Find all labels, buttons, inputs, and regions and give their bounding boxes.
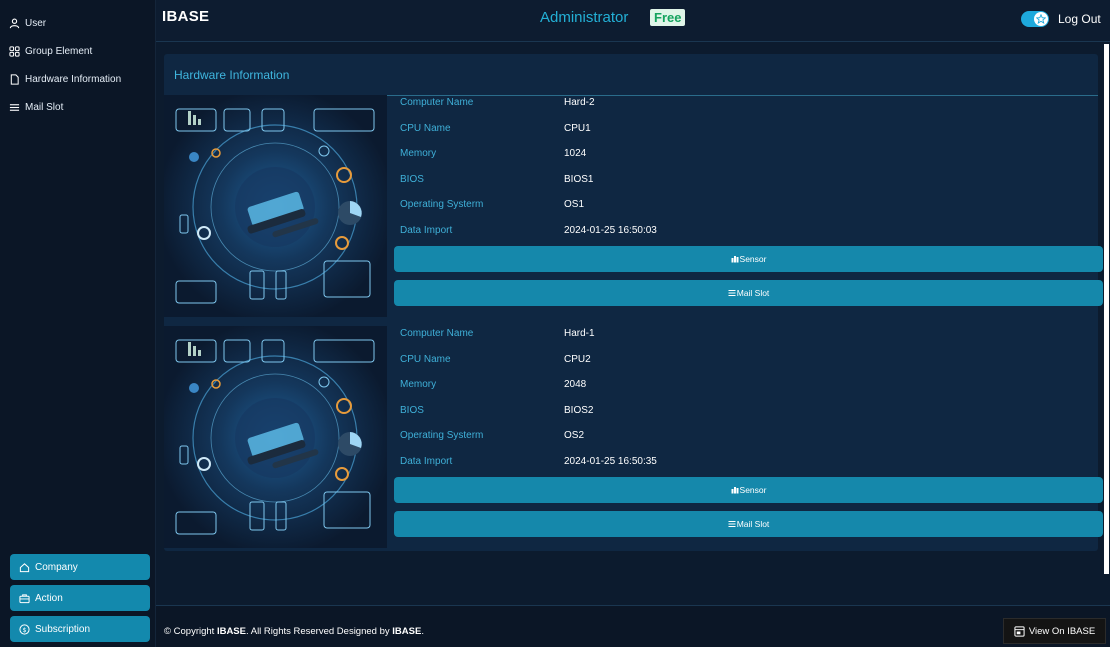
panel-title: Hardware Information	[174, 68, 290, 82]
field-label: Data Import	[400, 224, 453, 236]
vertical-scrollbar[interactable]	[1104, 44, 1109, 574]
sidebar-item-group-element[interactable]: Group Element	[0, 37, 155, 65]
field-label: Data Import	[400, 455, 453, 467]
sidebar-item-label: Group Element	[25, 45, 93, 57]
field-label: CPU Name	[400, 353, 451, 365]
subscription-button[interactable]: $ Subscription	[10, 616, 150, 642]
sidebar-item-label: Hardware Information	[25, 73, 122, 85]
field-value: 1024	[564, 148, 587, 159]
subscription-label: Subscription	[35, 623, 91, 635]
sidebar-item-user[interactable]: User	[0, 9, 155, 37]
field-label: Operating Systerm	[400, 199, 484, 210]
field-value: 2048	[564, 379, 587, 390]
hardware-illustration	[164, 326, 387, 548]
view-on-ibase-label: View On IBASE	[1028, 625, 1096, 637]
field-value: BIOS2	[564, 404, 594, 416]
sensor-icon	[731, 487, 739, 494]
dollar-icon: $	[18, 623, 30, 635]
field-label: Memory	[400, 379, 437, 390]
user-icon	[8, 17, 20, 29]
field-label: Memory	[400, 148, 437, 159]
sensor-label: Sensor	[739, 485, 767, 495]
action-button[interactable]: Action	[10, 585, 150, 611]
home-icon	[18, 561, 30, 573]
sensor-button[interactable]: Sensor	[394, 246, 1103, 272]
sidebar-bottom-menu: Company Action $ Subscription	[10, 554, 150, 647]
sensor-button[interactable]: Sensor	[394, 477, 1103, 503]
hardware-details: Computer Name Hard-2 CPU Name CPU1 Memor…	[399, 95, 1089, 248]
field-label: BIOS	[400, 173, 424, 185]
role-label: Administrator	[540, 9, 629, 26]
field-label: Computer Name	[400, 328, 474, 339]
company-label: Company	[35, 561, 78, 573]
sidebar-item-label: User	[25, 17, 47, 29]
mail-slot-label: Mail Slot	[736, 288, 770, 298]
field-value: BIOS1	[564, 173, 594, 185]
field-label: CPU Name	[400, 122, 451, 134]
detail-row: Memory 2048	[399, 377, 1089, 403]
detail-row: CPU Name CPU2	[399, 352, 1089, 378]
plan-badge: Free	[650, 9, 686, 26]
sidebar-item-mail-slot[interactable]: Mail Slot	[0, 93, 155, 121]
external-window-icon	[1014, 625, 1025, 637]
field-label: BIOS	[400, 404, 424, 416]
detail-row: BIOS BIOS2	[399, 403, 1089, 429]
field-label: Operating Systerm	[400, 430, 484, 441]
field-value: OS1	[564, 199, 585, 210]
mail-slot-button[interactable]: Mail Slot	[394, 511, 1103, 537]
field-value: Hard-1	[564, 328, 595, 339]
field-label: Computer Name	[400, 97, 474, 108]
detail-row: Operating Systerm OS2	[399, 428, 1089, 454]
hardware-card: Computer Name Hard-1 CPU Name CPU2 Memor…	[164, 326, 1103, 548]
hardware-panel: Hardware Information Computer Name Hard-…	[164, 54, 1103, 551]
detail-row: CPU Name CPU1	[399, 121, 1089, 147]
copyright-text: © Copyright IBASE. All Rights Reserved D…	[164, 626, 424, 637]
hardware-illustration	[164, 95, 387, 317]
view-on-ibase-button[interactable]: View On IBASE	[1003, 618, 1106, 644]
sensor-label: Sensor	[739, 254, 767, 264]
detail-row: Data Import 2024-01-25 16:50:35	[399, 454, 1089, 480]
menu-icon	[728, 521, 736, 527]
top-header: IBASE Administrator Free Log Out	[156, 0, 1110, 42]
brand-logo: IBASE	[162, 8, 210, 25]
field-value: Hard-2	[564, 97, 595, 108]
svg-text:$: $	[22, 625, 26, 633]
grid-icon	[8, 45, 20, 57]
company-button[interactable]: Company	[10, 554, 150, 580]
detail-row: Operating Systerm OS1	[399, 197, 1089, 223]
mail-slot-label: Mail Slot	[736, 519, 770, 529]
theme-toggle[interactable]	[1021, 11, 1049, 27]
menu-icon	[8, 101, 20, 113]
field-value: CPU2	[564, 353, 591, 365]
detail-row: Computer Name Hard-1	[399, 326, 1089, 352]
detail-row: Computer Name Hard-2	[399, 95, 1089, 121]
detail-row: BIOS BIOS1	[399, 172, 1089, 198]
field-value: OS2	[564, 430, 585, 441]
briefcase-icon	[18, 592, 30, 604]
field-value: CPU1	[564, 122, 591, 134]
document-icon	[8, 73, 20, 85]
star-icon	[1034, 12, 1048, 26]
mail-slot-button[interactable]: Mail Slot	[394, 280, 1103, 306]
action-label: Action	[35, 592, 63, 604]
sidebar-item-hardware-information[interactable]: Hardware Information	[0, 65, 155, 93]
logout-button[interactable]: Log Out	[1058, 12, 1101, 26]
menu-icon	[728, 290, 736, 296]
footer: © Copyright IBASE. All Rights Reserved D…	[156, 605, 1110, 647]
sidebar: User Group Element Hardware Information …	[0, 0, 156, 647]
field-value: 2024-01-25 16:50:03	[564, 224, 657, 236]
sensor-icon	[731, 256, 739, 263]
sidebar-item-label: Mail Slot	[25, 101, 64, 113]
field-value: 2024-01-25 16:50:35	[564, 455, 657, 467]
hardware-card: Computer Name Hard-2 CPU Name CPU1 Memor…	[164, 95, 1103, 317]
hardware-details: Computer Name Hard-1 CPU Name CPU2 Memor…	[399, 326, 1089, 479]
detail-row: Data Import 2024-01-25 16:50:03	[399, 223, 1089, 249]
detail-row: Memory 1024	[399, 146, 1089, 172]
